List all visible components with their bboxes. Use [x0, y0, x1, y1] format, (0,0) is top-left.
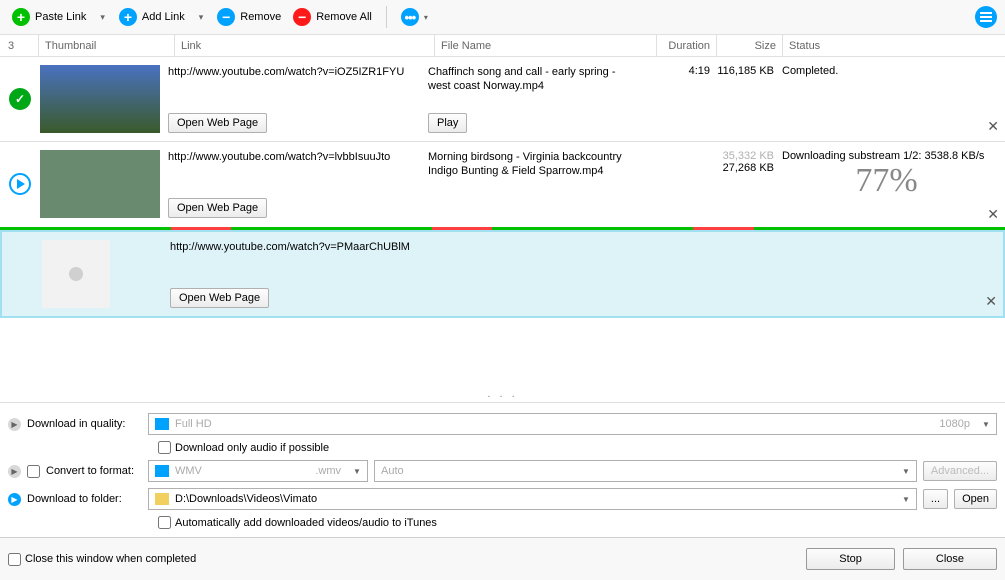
- folder-icon: [155, 493, 169, 505]
- resize-handle[interactable]: . . .: [0, 386, 1005, 402]
- toolbar: + Paste Link ▾ + Add Link ▾ − Remove − R…: [0, 0, 1005, 35]
- plus-icon: +: [119, 8, 137, 26]
- main-menu-button[interactable]: [975, 6, 997, 28]
- size-text: 35,332 KB 27,268 KB: [710, 150, 776, 218]
- open-folder-button[interactable]: Open: [954, 489, 997, 509]
- status-cell: Downloading substream 1/2: 3538.8 KB/s 7…: [776, 150, 997, 218]
- close-icon[interactable]: ✕: [985, 293, 997, 310]
- folder-path: D:\Downloads\Videos\Vimato: [175, 493, 317, 505]
- chevron-right-icon[interactable]: ▶: [8, 493, 21, 506]
- header-count: 3: [8, 35, 38, 56]
- chevron-down-icon: ▼: [349, 463, 365, 479]
- folder-select[interactable]: D:\Downloads\Videos\Vimato ▼: [148, 488, 917, 510]
- play-button[interactable]: Play: [428, 113, 467, 133]
- format-ext: .wmv: [315, 465, 341, 477]
- header-status: Status: [782, 35, 997, 56]
- checkbox-input[interactable]: [158, 441, 171, 454]
- browse-button[interactable]: ...: [923, 489, 948, 509]
- add-link-dropdown[interactable]: ▾: [193, 12, 210, 23]
- link-text: http://www.youtube.com/watch?v=lvbbIsuuJ…: [168, 150, 418, 164]
- header-filename: File Name: [434, 35, 656, 56]
- chevron-right-icon[interactable]: ▶: [8, 465, 21, 478]
- close-when-done-checkbox[interactable]: Close this window when completed: [8, 553, 196, 566]
- header-link: Link: [174, 35, 434, 56]
- hamburger-icon: [980, 12, 992, 22]
- thumbnail-placeholder: [42, 240, 110, 308]
- checkbox-input[interactable]: [158, 516, 171, 529]
- minus-icon: −: [217, 8, 235, 26]
- thumbnail-image: [40, 150, 160, 218]
- header-size: Size: [716, 35, 782, 56]
- table-row[interactable]: http://www.youtube.com/watch?v=PMaarChUB…: [0, 230, 1005, 318]
- quality-select[interactable]: Full HD 1080p ▼: [148, 413, 997, 435]
- plus-icon: +: [12, 8, 30, 26]
- quality-value: Full HD: [175, 418, 212, 430]
- table-header: 3 Thumbnail Link File Name Duration Size…: [0, 35, 1005, 57]
- folder-label: Download to folder:: [27, 493, 122, 505]
- close-button[interactable]: Close: [903, 548, 997, 570]
- settings-panel: ▶ Download in quality: Full HD 1080p ▼ Do…: [0, 402, 1005, 537]
- open-web-button[interactable]: Open Web Page: [170, 288, 269, 308]
- filename-text: Morning birdsong - Virginia backcountry …: [428, 150, 640, 179]
- format-select[interactable]: WMV .wmv ▼: [148, 460, 368, 482]
- open-web-button[interactable]: Open Web Page: [168, 198, 267, 218]
- separator: [386, 6, 387, 28]
- close-icon[interactable]: ✕: [987, 118, 999, 135]
- preset-select[interactable]: Auto ▼: [374, 460, 917, 482]
- table-row[interactable]: http://www.youtube.com/watch?v=lvbbIsuuJ…: [0, 142, 1005, 230]
- footer: Close this window when completed Stop Cl…: [0, 537, 1005, 580]
- status-text: Downloading substream 1/2: 3538.8 KB/s: [782, 150, 991, 162]
- add-link-label: Add Link: [142, 11, 185, 23]
- duration-text: 4:19: [650, 65, 710, 133]
- convert-checkbox[interactable]: [27, 465, 40, 478]
- quality-resolution: 1080p: [939, 418, 970, 430]
- format-value: WMV: [175, 465, 202, 477]
- progress-percent: 77%: [782, 162, 991, 200]
- open-web-button[interactable]: Open Web Page: [168, 113, 267, 133]
- checkmark-icon: ✓: [9, 88, 31, 110]
- audio-only-checkbox[interactable]: Download only audio if possible: [158, 441, 997, 454]
- quality-label: Download in quality:: [27, 418, 125, 430]
- close-when-done-label: Close this window when completed: [25, 553, 196, 565]
- chevron-down-icon: ▼: [978, 416, 994, 432]
- chevron-down-icon: ▼: [898, 463, 914, 479]
- checkbox-input[interactable]: [8, 553, 21, 566]
- remove-button[interactable]: − Remove: [213, 6, 285, 28]
- header-thumbnail: Thumbnail: [38, 35, 174, 56]
- thumbnail-image: [40, 65, 160, 133]
- remove-all-button[interactable]: − Remove All: [289, 6, 376, 28]
- downloads-list: ✓ http://www.youtube.com/watch?v=iOZ5IZR…: [0, 57, 1005, 386]
- minus-icon: −: [293, 8, 311, 26]
- link-text: http://www.youtube.com/watch?v=iOZ5IZR1F…: [168, 65, 418, 79]
- more-actions-button[interactable]: ••• ▾: [397, 6, 432, 28]
- film-icon: [155, 465, 169, 477]
- link-text: http://www.youtube.com/watch?v=PMaarChUB…: [170, 240, 985, 254]
- dots-icon: •••: [401, 8, 419, 26]
- add-link-button[interactable]: + Add Link: [115, 6, 189, 28]
- advanced-button[interactable]: Advanced...: [923, 461, 997, 481]
- paste-link-button[interactable]: + Paste Link: [8, 6, 90, 28]
- itunes-checkbox[interactable]: Automatically add downloaded videos/audi…: [158, 516, 997, 529]
- audio-only-label: Download only audio if possible: [175, 442, 329, 454]
- table-row[interactable]: ✓ http://www.youtube.com/watch?v=iOZ5IZR…: [0, 57, 1005, 142]
- chevron-right-icon[interactable]: ▶: [8, 418, 21, 431]
- convert-label: Convert to format:: [46, 465, 134, 477]
- duration-text: [650, 150, 710, 218]
- chevron-down-icon: ▼: [898, 491, 914, 507]
- itunes-label: Automatically add downloaded videos/audi…: [175, 517, 437, 529]
- filename-text: Chaffinch song and call - early spring -…: [428, 65, 640, 94]
- close-icon[interactable]: ✕: [987, 206, 999, 223]
- preset-value: Auto: [381, 465, 404, 477]
- film-icon: [155, 418, 169, 430]
- remove-label: Remove: [240, 11, 281, 23]
- remove-all-label: Remove All: [316, 11, 372, 23]
- stop-button[interactable]: Stop: [806, 548, 895, 570]
- status-text: Completed.: [776, 65, 997, 133]
- header-duration: Duration: [656, 35, 716, 56]
- paste-link-label: Paste Link: [35, 11, 86, 23]
- downloading-icon: [9, 173, 31, 195]
- size-text: 116,185 KB: [710, 65, 776, 133]
- paste-link-dropdown[interactable]: ▾: [94, 12, 111, 23]
